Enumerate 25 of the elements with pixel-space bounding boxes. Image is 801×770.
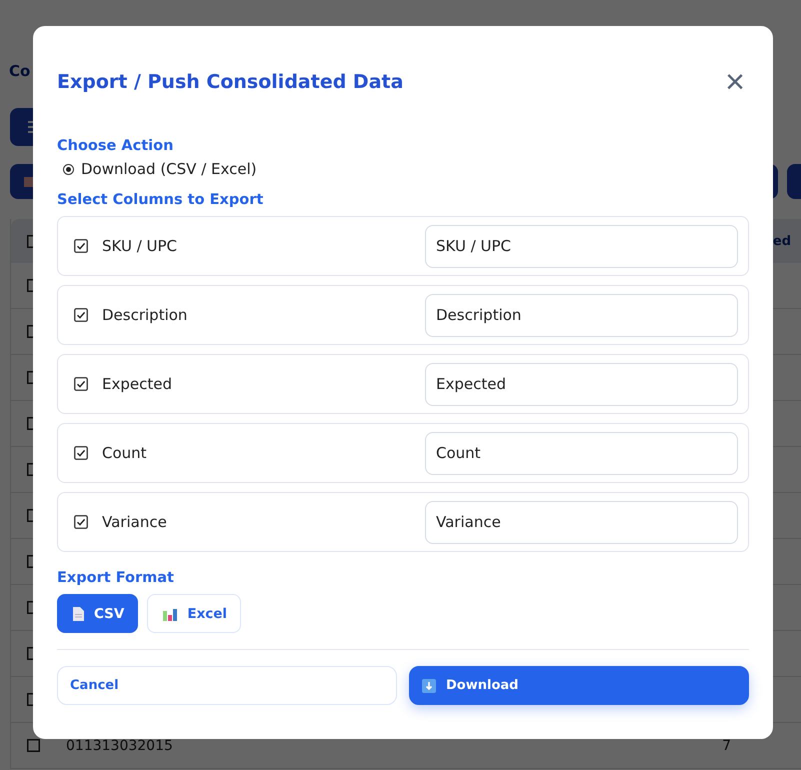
column-label: Count (102, 444, 148, 462)
column-label: Variance (102, 513, 168, 531)
section-label: Choose Action (57, 138, 174, 154)
page-title: Co (9, 62, 30, 82)
input-field[interactable]: SKU / UPC (425, 224, 738, 268)
format-button[interactable]: CSV (57, 594, 138, 633)
column-label: Expected (102, 375, 173, 393)
radio-label: Download (CSV / Excel) (81, 160, 257, 178)
table-cell-text: 7 (722, 738, 732, 754)
input-field[interactable]: Variance (425, 500, 738, 544)
input-field[interactable]: Expected (425, 362, 738, 406)
radio-option[interactable]: Download (CSV / Excel) (57, 160, 749, 178)
format-button[interactable]: Excel (147, 594, 242, 633)
cancel-button[interactable]: Cancel (57, 666, 397, 705)
close-button[interactable]: × (721, 65, 749, 99)
table-cell: 011313032015 (66, 738, 173, 754)
download-button[interactable]: Download (409, 666, 749, 705)
section-label: Select Columns to Export (57, 192, 264, 208)
input-field[interactable]: Description (425, 294, 738, 336)
column-header: ed (772, 234, 791, 248)
column-label: SKU / UPC (102, 237, 178, 255)
dialog-title: Export / Push Consolidated Data (57, 71, 404, 93)
input-field[interactable]: Count (425, 432, 738, 474)
section-label: Export Format (57, 570, 175, 586)
column-label: Description (102, 306, 188, 324)
